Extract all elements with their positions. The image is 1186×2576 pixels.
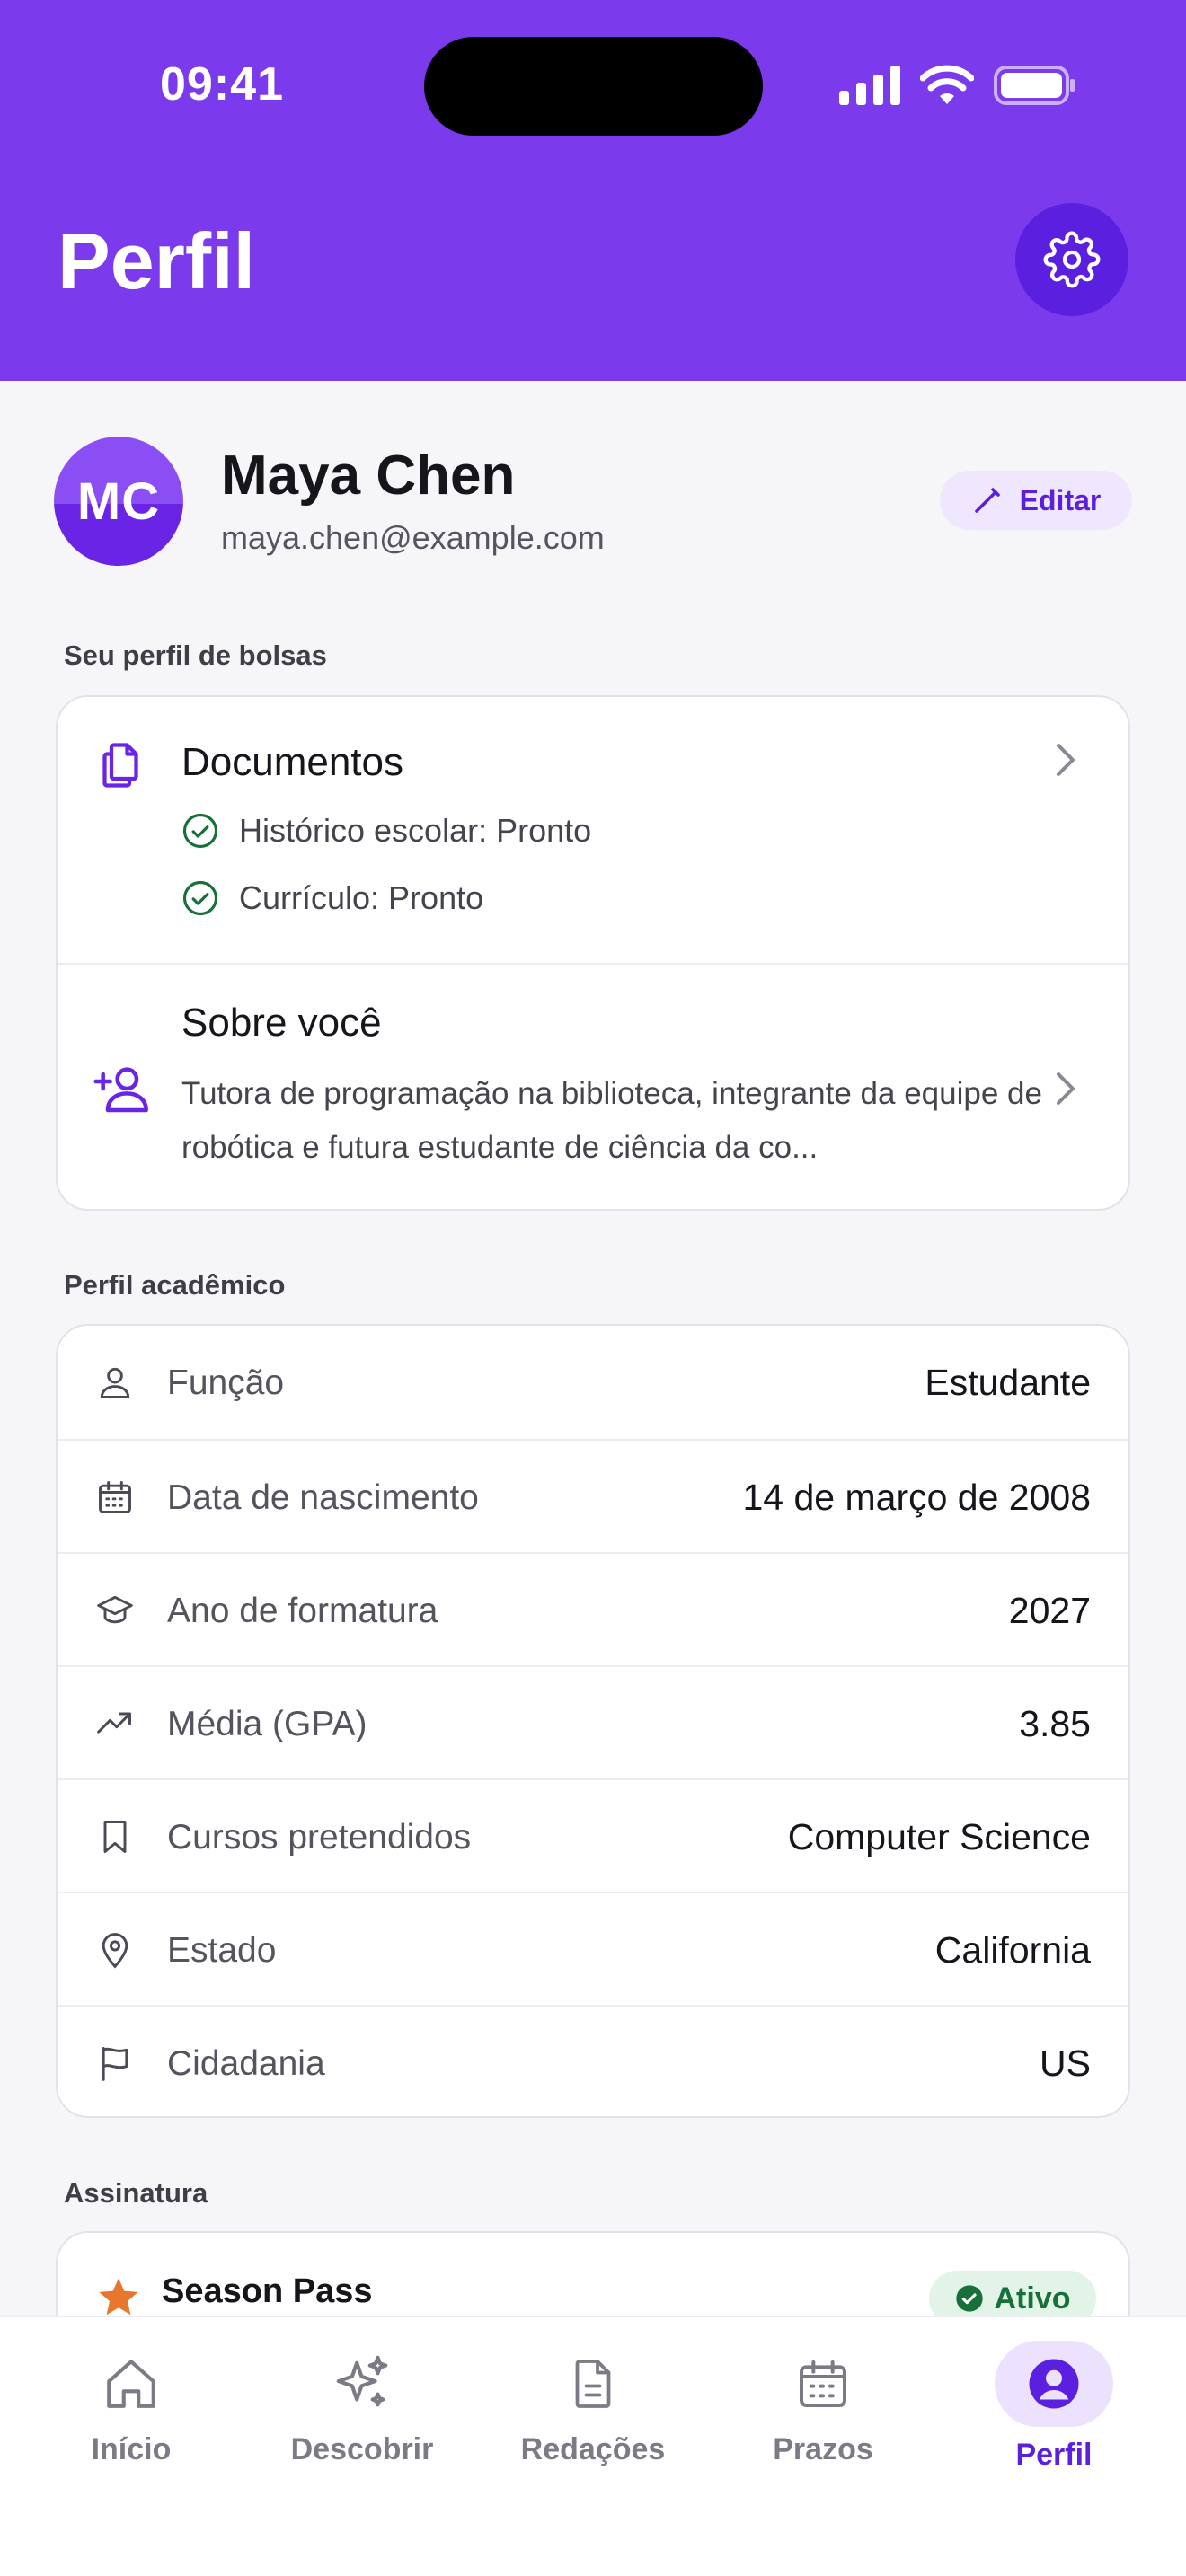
chevron-right-icon <box>1057 744 1075 776</box>
documents-icon <box>102 743 138 788</box>
document-icon <box>575 2360 611 2408</box>
academic-row-value: Computer Science <box>787 1816 1091 1857</box>
dynamic-island <box>424 37 763 136</box>
tab-redacoes[interactable]: Redações <box>478 2317 708 2497</box>
settings-button[interactable] <box>1015 203 1128 316</box>
trending-up-icon <box>97 1712 131 1734</box>
tab-perfil[interactable]: Perfil <box>939 2317 1169 2497</box>
bottom-tab-bar: Início Descobrir Redações Prazos Perfil <box>0 2316 1186 2576</box>
academic-row-role[interactable]: Função Estudante <box>58 1326 1128 1439</box>
status-icons <box>839 63 1076 108</box>
academic-row-citizenship[interactable]: Cidadania US <box>58 2005 1128 2118</box>
documents-row[interactable]: Documentos Histórico escolar: Pronto Cur… <box>58 697 1128 963</box>
academic-row-label: Ano de formatura <box>167 1592 438 1630</box>
tab-label: Redações <box>520 2432 666 2466</box>
about-you-text: Tutora de programação na biblioteca, int… <box>181 1076 1042 1165</box>
academic-row-value: California <box>934 1929 1091 1971</box>
tab-prazos[interactable]: Prazos <box>708 2317 938 2497</box>
academic-row-label: Estado <box>167 1931 277 1970</box>
tab-inicio[interactable]: Início <box>16 2317 246 2497</box>
edit-profile-button[interactable]: Editar <box>940 471 1132 530</box>
check-circle-filled-icon <box>955 2285 983 2312</box>
star-icon <box>99 2278 138 2316</box>
academic-row-value: Estudante <box>925 1362 1091 1403</box>
academic-row-label: Função <box>167 1363 285 1402</box>
page-title: Perfil <box>58 216 256 305</box>
academic-row-graduation-year[interactable]: Ano de formatura 2027 <box>58 1552 1128 1665</box>
academic-row-birthdate[interactable]: Data de nascimento 14 de março de 2008 <box>58 1439 1128 1552</box>
academic-row-value: 14 de março de 2008 <box>742 1477 1092 1518</box>
calendar-icon <box>800 2360 846 2407</box>
academic-row-label: Cursos pretendidos <box>167 1818 472 1857</box>
subscription-plan-name: Season Pass <box>162 2272 373 2310</box>
avatar: MC <box>54 437 183 566</box>
documents-title: Documentos <box>181 740 404 784</box>
add-person-icon <box>93 1067 148 1113</box>
academic-row-value: US <box>1040 2042 1091 2084</box>
document-status-transcript: Histórico escolar: Pronto <box>181 812 591 850</box>
app-header: 09:41 Perfil <box>0 0 1186 381</box>
graduation-cap-icon <box>97 1595 133 1624</box>
battery-icon <box>994 66 1075 105</box>
academic-row-label: Data de nascimento <box>167 1478 479 1517</box>
academic-row-label: Média (GPA) <box>167 1705 367 1743</box>
status-badge-label: Ativo <box>994 2280 1071 2316</box>
check-circle-icon <box>182 813 218 849</box>
document-status-label: Histórico escolar: Pronto <box>239 812 592 849</box>
check-circle-icon <box>182 880 218 916</box>
section-label-academic: Perfil acadêmico <box>64 1269 286 1301</box>
pencil-icon <box>974 488 1000 513</box>
academic-row-intended-majors[interactable]: Cursos pretendidos Computer Science <box>58 1778 1128 1892</box>
academic-row-gpa[interactable]: Média (GPA) 3.85 <box>58 1665 1128 1778</box>
document-status-resume: Currículo: Pronto <box>181 879 483 917</box>
gear-icon <box>1043 231 1101 288</box>
academic-row-value: 3.85 <box>1019 1703 1091 1744</box>
tab-descobrir[interactable]: Descobrir <box>247 2317 477 2497</box>
tab-label: Início <box>91 2432 172 2466</box>
location-pin-icon <box>102 1933 128 1969</box>
user-email: maya.chen@example.com <box>221 519 605 556</box>
signal-icon <box>839 66 900 105</box>
status-time: 09:41 <box>160 58 284 110</box>
user-name: Maya Chen <box>221 445 516 507</box>
tab-label: Prazos <box>773 2432 873 2466</box>
tab-label: Descobrir <box>290 2432 434 2466</box>
tab-label: Perfil <box>1015 2438 1093 2472</box>
academic-profile-card: Função Estudante Data de nascimento 14 d… <box>56 1324 1130 2118</box>
chevron-right-icon <box>1057 1072 1075 1105</box>
flag-icon <box>102 2047 128 2081</box>
person-icon <box>100 1367 130 1398</box>
academic-row-label: Cidadania <box>167 2044 325 2083</box>
academic-row-state[interactable]: Estado California <box>58 1892 1128 2005</box>
document-status-label: Currículo: Pronto <box>239 879 484 916</box>
sparkles-icon <box>336 2355 388 2407</box>
bookmark-icon <box>103 1821 127 1853</box>
academic-row-value: 2027 <box>1008 1590 1091 1631</box>
home-icon <box>107 2360 155 2408</box>
scholarship-profile-card: Documentos Histórico escolar: Pronto Cur… <box>56 695 1130 1211</box>
wifi-icon <box>920 65 974 104</box>
about-you-title: Sobre você <box>181 1001 382 1045</box>
section-label-scholarship: Seu perfil de bolsas <box>64 640 327 671</box>
edit-label: Editar <box>1019 483 1102 516</box>
profile-icon <box>1029 2359 1079 2409</box>
section-label-subscription: Assinatura <box>64 2177 208 2209</box>
calendar-icon <box>99 1481 131 1513</box>
